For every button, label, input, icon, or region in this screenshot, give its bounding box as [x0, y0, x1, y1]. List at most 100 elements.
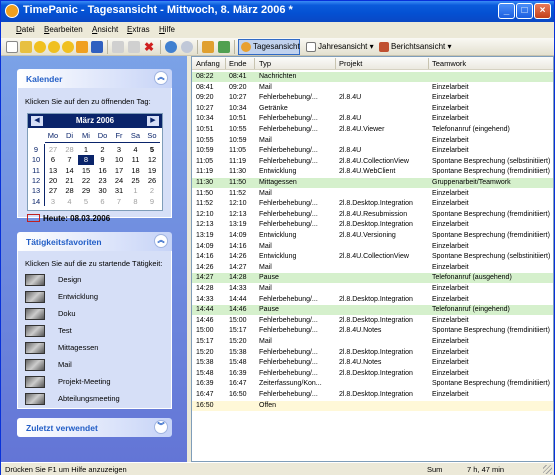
calendar-day[interactable]: 22 [78, 176, 94, 186]
calendar-day[interactable]: 28 [62, 186, 78, 196]
table-row[interactable]: 15:38 15:48 Fehlerbehebung/... 2l.8.4U.Note… [192, 358, 553, 368]
calendar-day[interactable]: 27 [45, 145, 61, 155]
calendar-day[interactable]: 5 [144, 145, 160, 155]
table-row[interactable]: 14:27 14:28 Pause Telefonanruf (ausgehend) [192, 273, 553, 284]
back-icon[interactable] [34, 41, 46, 53]
report-view-button[interactable]: Berichtsansicht ▾ [376, 39, 452, 55]
table-row[interactable]: 15:00 15:17 Fehlerbehebung/... 2l.8.4U.Note… [192, 326, 553, 336]
forward-icon[interactable] [62, 41, 74, 53]
open-icon[interactable] [20, 41, 32, 53]
menu-extras[interactable]: Extras [127, 25, 150, 34]
table-row[interactable]: 08:22 08:41 Nachrichten [192, 72, 553, 82]
save-icon[interactable] [91, 41, 103, 53]
table-row[interactable]: 08:41 09:20 Mail Einzelarbeit [192, 83, 553, 93]
calendar-day[interactable]: 29 [78, 186, 94, 196]
resize-grip-icon[interactable] [543, 465, 552, 474]
calendar-day[interactable]: 8 [78, 155, 94, 166]
table-row[interactable]: 12:10 12:13 Fehlerbehebung/... 2l.8.4U.Resu… [192, 210, 553, 220]
calendar-day[interactable]: 17 [111, 166, 127, 176]
calendar-day[interactable]: 26 [144, 176, 160, 186]
column-separator[interactable] [254, 58, 255, 69]
calendar-day[interactable]: 23 [95, 176, 111, 186]
new-icon[interactable] [6, 41, 18, 53]
table-row[interactable]: 14:33 14:44 Fehlerbehebung/... 2l.8.Desktop… [192, 295, 553, 305]
column-header-teamwork[interactable]: Teamwork [432, 59, 466, 69]
calendar-day[interactable]: 6 [95, 197, 111, 207]
calendar-day[interactable]: 6 [45, 155, 61, 165]
table-row[interactable]: 14:09 14:16 Mail Einzelarbeit [192, 242, 553, 252]
table-row[interactable]: 11:50 11:52 Mail Einzelarbeit [192, 189, 553, 199]
table-row[interactable]: 10:55 10:59 Mail Einzelarbeit [192, 136, 553, 146]
calendar-day[interactable]: 21 [62, 176, 78, 186]
calendar-day[interactable]: 24 [111, 176, 127, 186]
recent-panel-header[interactable]: Zuletzt verwendet ︾ [17, 418, 172, 437]
calendar-day[interactable]: 1 [78, 145, 94, 155]
column-header-ende[interactable]: Ende [229, 59, 247, 69]
calendar-day[interactable]: 8 [128, 197, 144, 207]
expand-chevron-icon[interactable]: ︾ [154, 420, 168, 434]
redo-icon[interactable] [181, 41, 193, 53]
table-row[interactable]: 10:51 10:55 Fehlerbehebung/... 2l.8.4U.View… [192, 125, 553, 135]
calendar-day[interactable]: 4 [62, 197, 78, 207]
column-header-typ[interactable]: Typ [259, 59, 271, 69]
copy-icon[interactable] [112, 41, 124, 53]
calendar-day[interactable]: 9 [95, 155, 111, 165]
calendar-day[interactable]: 18 [128, 166, 144, 176]
column-separator[interactable] [335, 58, 336, 69]
menu-bearbeiten[interactable]: Bearbeiten [44, 25, 83, 34]
today-icon[interactable] [48, 41, 60, 53]
table-row[interactable]: 14:26 14:27 Mail Einzelarbeit [192, 263, 553, 273]
table-row[interactable]: 15:48 16:39 Fehlerbehebung/... 2l.8.Desktop… [192, 369, 553, 379]
title-bar[interactable]: TimePanic - Tagesansicht - Mittwoch, 8. … [1, 1, 554, 22]
column-separator[interactable] [428, 58, 429, 69]
calendar-day[interactable]: 4 [128, 145, 144, 155]
table-row[interactable]: 09:20 10:27 Fehlerbehebung/... 2l.8.4U Einze… [192, 93, 553, 103]
menu-datei[interactable]: Datei [16, 25, 35, 34]
calendar-day[interactable]: 5 [78, 197, 94, 207]
close-button[interactable]: × [534, 3, 551, 19]
today-link[interactable]: Heute: 08.03.2006 [27, 214, 110, 223]
year-view-button[interactable]: Jahresansicht ▾ [303, 39, 374, 55]
table-row[interactable]: 11:19 11:30 Entwicklung 2l.8.4U.WebClient Sp… [192, 167, 553, 177]
table-row[interactable]: 16:47 16:50 Fehlerbehebung/... 2l.8.Desktop… [192, 390, 553, 400]
minimize-button[interactable]: _ [498, 3, 515, 19]
table-row[interactable]: 14:44 14:46 Pause Telefonanruf (eingehend) [192, 305, 553, 316]
import-icon[interactable] [202, 41, 214, 53]
calendar-day[interactable]: 25 [128, 176, 144, 186]
collapse-chevron-icon[interactable]: ︽ [154, 234, 168, 248]
favorites-panel-header[interactable]: Tätigkeitsfavoriten ︽ [17, 232, 172, 251]
table-row[interactable]: 13:19 14:09 Entwicklung 2l.8.4U.Versioning S… [192, 231, 553, 241]
table-row[interactable]: 16:39 16:47 Zeiterfassung/Kon... Spontane B… [192, 379, 553, 389]
calendar-day[interactable]: 12 [144, 155, 160, 165]
calendar-day[interactable]: 30 [95, 186, 111, 196]
calendar-day[interactable]: 3 [45, 197, 61, 207]
menu-ansicht[interactable]: Ansicht [92, 25, 118, 34]
refresh-icon[interactable] [76, 41, 88, 53]
month-calendar[interactable]: ◀ März 2006 ▶ Mo Di Mi Do Fr Sa So 9 27 28 1 2 3 4 5 1… [27, 113, 163, 211]
calendar-day[interactable]: 1 [128, 186, 144, 196]
calendar-day[interactable]: 15 [78, 166, 94, 176]
undo-icon[interactable] [165, 41, 177, 53]
delete-icon[interactable]: ✖ [144, 41, 156, 53]
calendar-day[interactable]: 9 [144, 197, 160, 207]
table-row[interactable]: 11:05 11:19 Fehlerbehebung/... 2l.8.4U.Coll… [192, 157, 553, 167]
table-row[interactable]: 10:59 11:05 Fehlerbehebung/... 2l.8.4U Einze… [192, 146, 553, 156]
maximize-button[interactable]: □ [516, 3, 533, 19]
table-row[interactable]: 14:16 14:26 Entwicklung 2l.8.4U.CollectionV… [192, 252, 553, 262]
calendar-day[interactable]: 19 [144, 166, 160, 176]
collapse-chevron-icon[interactable]: ︽ [154, 71, 168, 85]
calendar-day[interactable]: 2 [95, 145, 111, 155]
menu-hilfe[interactable]: Hilfe [159, 25, 175, 34]
table-row[interactable]: 11:52 12:10 Fehlerbehebung/... 2l.8.Desktop… [192, 199, 553, 209]
calendar-day[interactable]: 20 [45, 176, 61, 186]
next-month-arrow-icon[interactable]: ▶ [147, 116, 159, 126]
calendar-day[interactable]: 7 [62, 155, 78, 165]
table-row[interactable]: 14:46 15:00 Fehlerbehebung/... 2l.8.Desktop… [192, 316, 553, 326]
table-row[interactable]: 11:30 11:50 Mittagessen Gruppenarbeit/Teamw… [192, 178, 553, 188]
paste-icon[interactable] [128, 41, 140, 53]
calendar-day[interactable]: 7 [111, 197, 127, 207]
table-row[interactable]: 10:34 10:51 Fehlerbehebung/... 2l.8.4U Einze… [192, 114, 553, 124]
calendar-day[interactable]: 14 [62, 166, 78, 176]
calendar-panel-header[interactable]: Kalender ︽ [17, 69, 172, 88]
calendar-day[interactable]: 11 [128, 155, 144, 165]
